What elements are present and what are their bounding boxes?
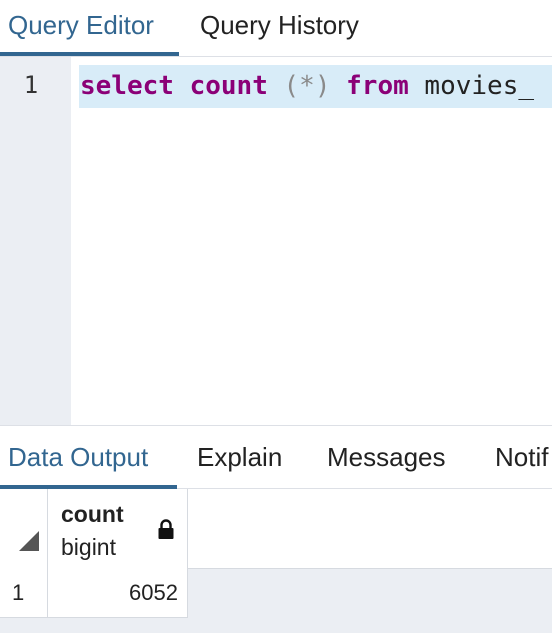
sql-table-name: movies_ [424, 71, 534, 101]
row-number[interactable]: 1 [0, 569, 48, 617]
sql-arguments: (*) [283, 71, 331, 101]
sql-editor[interactable]: 1 select count (*) from movies_ [0, 57, 552, 425]
output-tab-bar: Data Output Explain Messages Notif [0, 425, 552, 489]
tab-messages[interactable]: Messages [327, 426, 446, 489]
editor-tab-bar: Query Editor Query History [0, 0, 552, 57]
table-cell-count[interactable]: 6052 [48, 569, 188, 617]
code-line-1[interactable]: select count (*) from movies_ [79, 65, 552, 108]
tab-query-history[interactable]: Query History [200, 0, 359, 56]
code-area[interactable]: select count (*) from movies_ [71, 57, 552, 425]
column-name: count [61, 501, 124, 527]
line-number: 1 [23, 71, 39, 99]
select-all-cell[interactable] [0, 489, 48, 569]
lock-icon [158, 519, 174, 539]
column-header-count[interactable]: count bigint [48, 489, 188, 569]
grid-header: count bigint [0, 489, 552, 569]
tab-explain[interactable]: Explain [197, 426, 282, 489]
line-gutter: 1 [0, 57, 71, 425]
sql-keyword-select: select [80, 71, 174, 101]
tab-data-output[interactable]: Data Output [0, 426, 177, 489]
sql-keyword-from: from [346, 71, 409, 101]
table-row: 1 6052 [0, 569, 188, 618]
tab-query-editor[interactable]: Query Editor [0, 0, 179, 56]
resize-corner-icon [19, 531, 39, 551]
column-type: bigint [61, 534, 116, 560]
result-grid: count bigint 1 6052 [0, 489, 552, 633]
sql-function-count: count [189, 71, 268, 101]
tab-notifications[interactable]: Notif [495, 426, 548, 489]
